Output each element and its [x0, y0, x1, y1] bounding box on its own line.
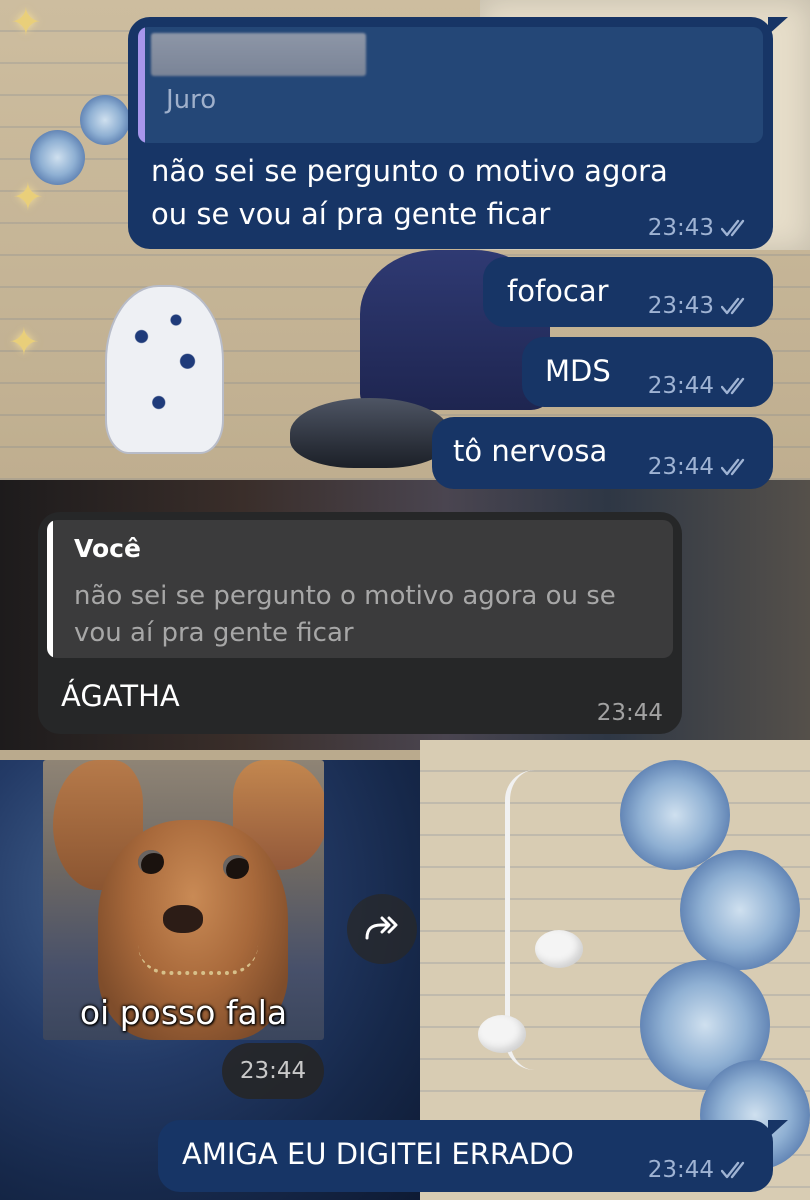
- message-meta: 23:44: [597, 700, 663, 726]
- double-check-icon: [721, 1161, 745, 1179]
- sticker-message[interactable]: oi posso fala: [43, 760, 324, 1040]
- message-meta: 23:43: [648, 215, 751, 241]
- message-bubble-incoming[interactable]: Você não sei se pergunto o motivo agora …: [38, 512, 682, 734]
- message-bubble-outgoing[interactable]: AMIGA EU DIGITEI ERRADO 23:44: [158, 1120, 773, 1192]
- reply-sender-obscured: [151, 33, 366, 76]
- message-time: 23:43: [647, 293, 714, 319]
- sticker-time: 23:44: [222, 1043, 324, 1099]
- reply-sender-name: Você: [74, 534, 141, 563]
- message-meta: 23:44: [648, 454, 751, 480]
- message-bubble-outgoing[interactable]: tô nervosa 23:44: [432, 417, 773, 489]
- message-bubble-outgoing[interactable]: MDS 23:44: [522, 337, 773, 407]
- sticker-puppy-eye: [138, 850, 164, 874]
- double-check-icon: [721, 297, 745, 315]
- forward-icon: [365, 916, 398, 940]
- sticker-puppy-eye: [223, 855, 249, 879]
- reply-accent-bar: [47, 520, 53, 658]
- reply-quote-text: Juro: [166, 85, 217, 115]
- message-text-line: não sei se pergunto o motivo agora: [151, 154, 668, 188]
- sticker-caption: oi posso fala: [79, 993, 288, 1032]
- message-text: AMIGA EU DIGITEI ERRADO: [182, 1137, 574, 1171]
- message-text: fofocar: [507, 274, 609, 308]
- message-time: 23:44: [596, 700, 663, 726]
- message-time: 23:44: [647, 373, 714, 399]
- reply-quote[interactable]: Você não sei se pergunto o motivo agora …: [47, 520, 673, 658]
- reply-quote-text: não sei se pergunto o motivo agora ou se…: [74, 581, 616, 648]
- reply-quote[interactable]: Juro: [138, 27, 763, 143]
- sticker-puppy-chain: [138, 945, 258, 975]
- bubble-tail: [768, 1120, 788, 1138]
- sticker-puppy-nose: [163, 905, 203, 933]
- message-bubble-outgoing[interactable]: fofocar 23:43: [483, 257, 773, 327]
- message-time: 23:43: [647, 215, 714, 241]
- message-text-line: ou se vou aí pra gente ficar: [151, 197, 551, 231]
- message-meta: 23:44: [648, 1157, 751, 1183]
- message-meta: 23:43: [648, 293, 751, 319]
- forward-button[interactable]: [347, 894, 417, 964]
- message-time: 23:44: [647, 1157, 714, 1183]
- message-text: MDS: [545, 354, 611, 388]
- message-text: ÁGATHA: [61, 679, 180, 713]
- message-text: tô nervosa: [453, 434, 608, 468]
- double-check-icon: [721, 219, 745, 237]
- message-meta: 23:44: [648, 373, 751, 399]
- reply-accent-bar: [138, 27, 145, 143]
- double-check-icon: [721, 458, 745, 476]
- chat-message-list: Juro não sei se pergunto o motivo agora …: [0, 0, 810, 1200]
- message-time: 23:44: [647, 454, 714, 480]
- message-bubble-outgoing[interactable]: Juro não sei se pergunto o motivo agora …: [128, 17, 773, 249]
- double-check-icon: [721, 377, 745, 395]
- bubble-tail: [768, 17, 788, 35]
